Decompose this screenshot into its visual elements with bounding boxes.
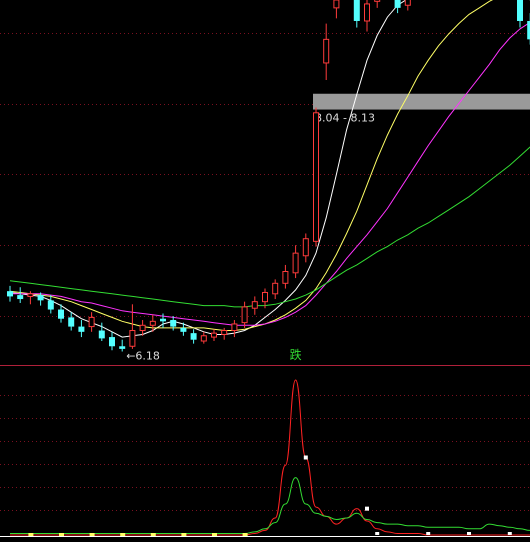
ma-line	[9, 0, 530, 338]
candle	[200, 331, 207, 344]
signal-marker	[303, 455, 308, 460]
candle-body	[333, 0, 340, 9]
candle-body	[27, 293, 34, 297]
candle-body	[47, 300, 54, 310]
candle-body	[139, 324, 146, 332]
candle-body	[200, 335, 207, 342]
candle	[404, 0, 411, 11]
candle-body	[149, 320, 156, 326]
candle-body	[231, 323, 238, 332]
candle	[302, 233, 309, 263]
candle	[17, 287, 24, 303]
price-grid	[0, 33, 530, 317]
candle	[129, 304, 136, 349]
candle-body	[394, 0, 401, 8]
signal-label: 跌	[290, 347, 302, 362]
base-marker	[120, 533, 126, 536]
candle-body	[262, 291, 268, 303]
candle-body	[7, 291, 13, 297]
candle	[353, 0, 360, 28]
candle-body	[353, 0, 360, 21]
indicator-grid	[0, 395, 530, 511]
candle-body	[517, 0, 523, 21]
stock-chart: 8.04 - 8.13 ←6.18 跌	[0, 0, 530, 537]
candle-body	[109, 337, 115, 347]
candle-body	[88, 316, 95, 328]
candle-body	[404, 0, 411, 6]
indicator-line	[9, 477, 530, 535]
resistance-zone: 8.04 - 8.13	[313, 93, 530, 125]
ma-line	[10, 21, 530, 326]
candle	[211, 329, 217, 342]
candle-body	[211, 332, 217, 338]
candle	[292, 245, 299, 279]
indicator-line	[10, 379, 530, 536]
candle-body	[190, 333, 197, 340]
candle-body	[251, 301, 258, 309]
candle	[88, 312, 95, 332]
base-marker	[28, 533, 34, 536]
candle	[394, 0, 401, 14]
candle-body	[160, 318, 166, 322]
candle	[190, 329, 197, 344]
candle	[7, 285, 13, 302]
candle-body	[17, 295, 24, 300]
candle	[78, 320, 85, 338]
candle-body	[78, 326, 85, 332]
candle-body	[98, 330, 105, 339]
base-marker	[507, 532, 512, 535]
base-marker	[212, 533, 217, 536]
base-marker	[375, 532, 380, 535]
candle-body	[282, 271, 289, 284]
indicator-lines	[9, 379, 530, 536]
moving-averages	[9, 0, 530, 338]
base-marker	[467, 532, 471, 535]
candle	[231, 320, 238, 338]
candle-body	[374, 0, 381, 2]
candle	[323, 23, 330, 81]
candle-body	[313, 112, 319, 242]
candle	[374, 0, 381, 8]
resistance-zone-label: 8.04 - 8.13	[315, 112, 375, 125]
candle-body	[170, 320, 177, 327]
candle-body	[58, 309, 64, 319]
candle-body	[241, 306, 248, 324]
candle	[282, 264, 289, 289]
low-price-label: ←6.18	[126, 350, 160, 363]
candle	[517, 0, 523, 28]
candle	[68, 312, 75, 331]
candle-body	[292, 252, 299, 274]
candle	[47, 295, 54, 314]
candle-body	[180, 327, 187, 332]
candle	[109, 331, 115, 351]
base-marker	[181, 533, 187, 536]
candlesticks	[7, 0, 530, 352]
signal-marker	[365, 506, 369, 511]
base-marker	[242, 533, 248, 536]
candle-body	[37, 295, 44, 301]
candle-body	[364, 3, 370, 22]
candle	[119, 339, 126, 352]
candle-body	[221, 330, 228, 335]
candle	[333, 0, 340, 19]
candle-body	[129, 330, 136, 347]
candle	[272, 279, 279, 300]
base-marker	[89, 533, 95, 536]
base-marker	[59, 533, 64, 536]
ma-line	[9, 0, 494, 331]
base-marker	[150, 533, 156, 536]
candle	[241, 301, 248, 328]
ma-line	[9, 146, 530, 308]
resistance-zone-bar	[313, 93, 530, 110]
candle	[364, 0, 370, 32]
candle	[251, 296, 258, 315]
candle-body	[68, 317, 75, 327]
base-marker	[426, 532, 431, 535]
candle-body	[323, 38, 330, 64]
candle	[221, 327, 228, 340]
candle	[313, 107, 319, 247]
candle-body	[302, 238, 309, 257]
candle-body	[272, 282, 279, 295]
candle-body	[119, 346, 126, 349]
